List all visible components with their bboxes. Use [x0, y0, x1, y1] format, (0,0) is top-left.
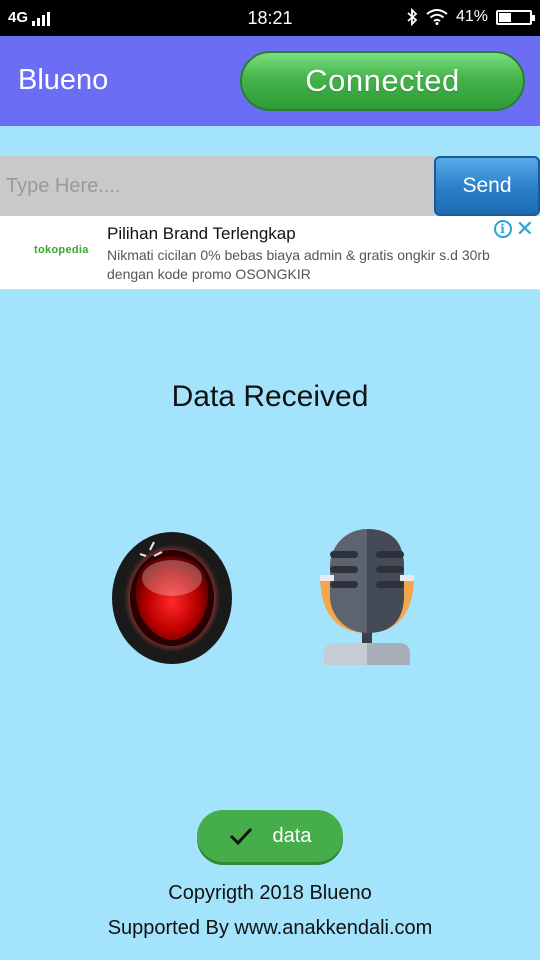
- status-bar: 4G 18:21 41%: [0, 0, 540, 36]
- ad-info-icon[interactable]: i: [493, 220, 512, 238]
- wifi-icon: [426, 9, 448, 25]
- app-bar: Blueno Connected: [0, 36, 540, 126]
- data-received-heading: Data Received: [171, 380, 369, 413]
- message-input[interactable]: [0, 156, 434, 216]
- send-button[interactable]: Send: [434, 156, 540, 216]
- battery-icon: [496, 9, 535, 25]
- ad-brand-logo: tokopedia: [34, 244, 89, 256]
- connection-status-button[interactable]: Connected: [240, 51, 525, 111]
- microphone-icon[interactable]: [306, 527, 428, 667]
- ad-headline: Pilihan Brand Terlengkap: [107, 224, 296, 243]
- status-icons: 41%: [406, 8, 535, 26]
- battery-fill: [499, 12, 512, 22]
- bluetooth-icon: [407, 8, 418, 26]
- checkmark-icon: [229, 827, 252, 846]
- ad-banner[interactable]: tokopedia Pilihan Brand Terlengkap Nikma…: [0, 216, 540, 290]
- data-button-label: data: [272, 824, 312, 847]
- copyright-text: Copyrigth 2018 Blueno: [168, 882, 372, 904]
- battery-percent: 41%: [455, 8, 488, 25]
- red-record-button-icon[interactable]: [110, 530, 234, 666]
- ad-close-icon[interactable]: ✕: [516, 218, 534, 240]
- ad-controls: i ✕: [493, 218, 534, 240]
- app-title: Blueno: [18, 64, 109, 96]
- message-input-row: Send: [0, 156, 540, 216]
- supported-by-text: Supported By www.anakkendali.com: [107, 917, 433, 939]
- data-button[interactable]: data: [197, 810, 343, 862]
- ad-body: Nikmati cicilan 0% bebas biaya admin & g…: [107, 247, 490, 282]
